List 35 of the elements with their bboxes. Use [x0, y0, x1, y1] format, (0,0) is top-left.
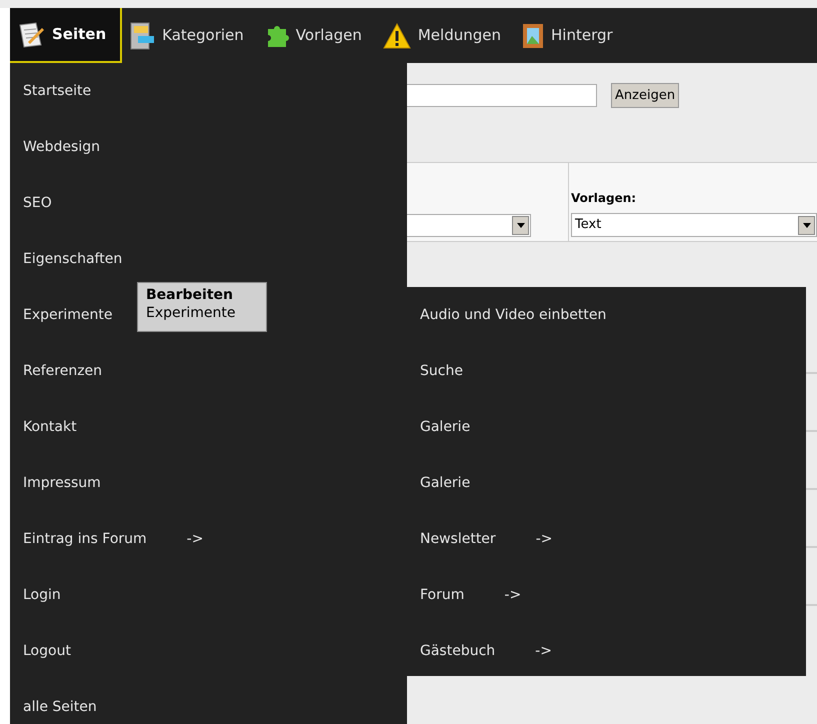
submenu-arrow: ->: [504, 586, 522, 604]
menu-item[interactable]: Eigenschaften: [23, 248, 122, 270]
cabinet-icon: [128, 20, 156, 50]
menu-item[interactable]: Newsletter: [420, 528, 496, 550]
submenu-arrow: ->: [536, 530, 552, 548]
menu-item[interactable]: Gästebuch: [420, 640, 496, 662]
menu-item[interactable]: Galerie: [420, 416, 470, 438]
menu-item[interactable]: Impressum: [23, 472, 101, 494]
menu-item[interactable]: Startseite: [23, 80, 92, 102]
menu-item[interactable]: Kontakt: [23, 416, 77, 438]
menu-item[interactable]: Eintrag ins Forum: [23, 528, 147, 550]
submenu-arrow: ->: [535, 642, 552, 660]
menu-item[interactable]: Logout: [23, 640, 71, 662]
menu-item[interactable]: alle Seiten: [23, 696, 97, 718]
menu-item[interactable]: Forum: [420, 584, 464, 606]
menu-item[interactable]: Suche: [420, 360, 463, 382]
nav-tab[interactable]: Kategorien: [122, 8, 258, 63]
menu-item[interactable]: Experimente: [23, 304, 113, 326]
menu-item[interactable]: Galerie: [420, 472, 470, 494]
menu-item[interactable]: Audio und Video einbetten: [420, 304, 606, 326]
tooltip-text: Experimente: [146, 304, 237, 322]
nav-tab[interactable]: Hintergr: [515, 8, 627, 63]
menu-item[interactable]: Webdesign: [23, 136, 100, 158]
menu-item[interactable]: SEO: [23, 192, 52, 214]
menu-item[interactable]: Login: [23, 584, 61, 606]
warning-icon: [382, 20, 412, 50]
menu-item[interactable]: Referenzen: [23, 360, 102, 382]
nav-tab[interactable]: Seiten: [10, 8, 122, 63]
field-label: Vorlagen:: [571, 190, 638, 207]
nav-tab[interactable]: Vorlagen: [258, 8, 376, 63]
show-button[interactable]: Anzeigen: [611, 83, 680, 108]
nav-tab[interactable]: Meldungen: [376, 8, 515, 63]
template-select[interactable]: Text: [571, 213, 817, 237]
submenu-arrow: ->: [186, 530, 204, 548]
tooltip-title: Bearbeiten: [146, 286, 234, 304]
